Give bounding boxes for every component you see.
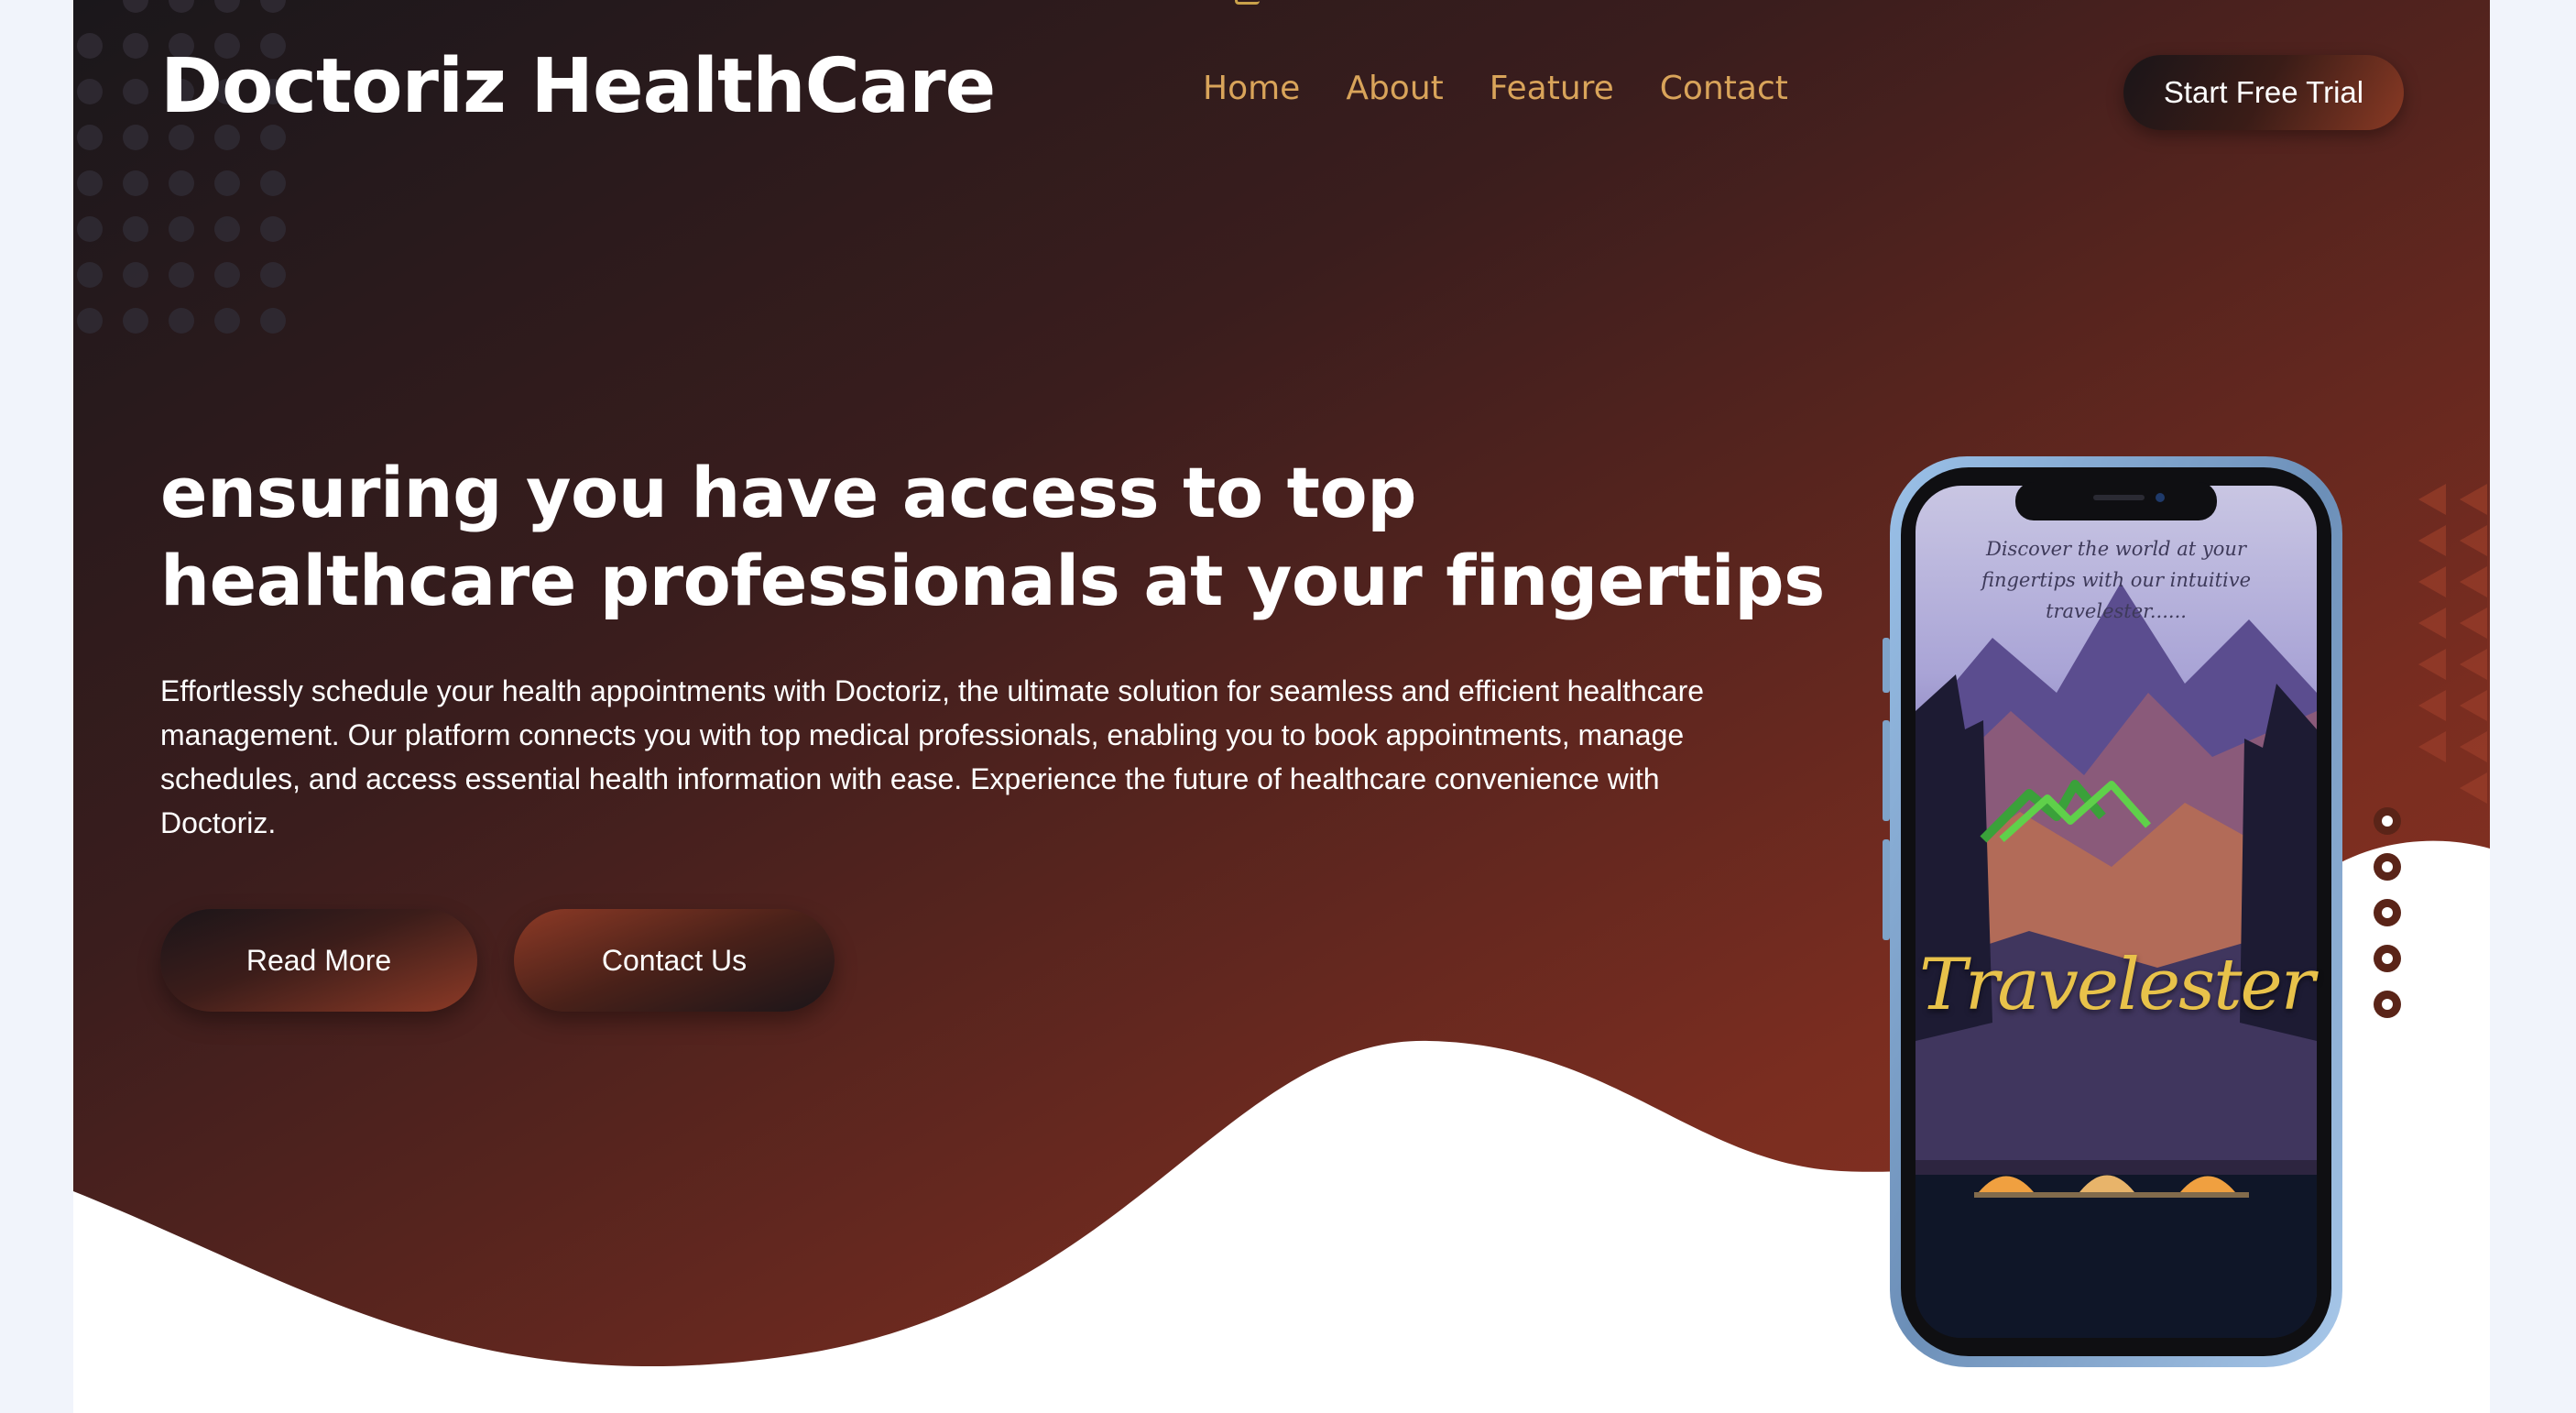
slider-dot-center [2382, 816, 2393, 827]
phone-notch [2015, 482, 2217, 520]
slider-dot-5[interactable] [2374, 991, 2401, 1018]
nav-link-feature[interactable]: Feature [1490, 70, 1614, 107]
slider-dot-2[interactable] [2374, 853, 2401, 881]
nav-link-about[interactable]: About [1346, 70, 1443, 107]
start-free-trial-button[interactable]: Start Free Trial [2123, 55, 2404, 130]
phone-side-button [1883, 720, 1890, 821]
slider-dot-center [2382, 953, 2393, 964]
slider-dot-center [2382, 999, 2393, 1010]
brand-logo[interactable]: Doctoriz HealthCare [160, 47, 996, 126]
nav-link-home[interactable]: Home [1203, 70, 1300, 107]
slider-dot-1[interactable] [2374, 807, 2401, 835]
slider-dot-3[interactable] [2374, 899, 2401, 926]
nav-top-accent [1235, 0, 1260, 5]
hero-description: Effortlessly schedule your health appoin… [160, 674, 1705, 839]
hero-section: Doctoriz HealthCare Home About Feature C… [73, 0, 2490, 1413]
phone-side-button [1883, 839, 1890, 940]
nav-link-contact[interactable]: Contact [1660, 70, 1788, 107]
main-nav: Home About Feature Contact [1203, 70, 1788, 107]
slider-dots [2374, 807, 2403, 1020]
phone-app-tagline: Discover the world at your fingertips wi… [1981, 538, 2252, 622]
phone-side-button [1883, 638, 1890, 693]
slider-dot-4[interactable] [2374, 945, 2401, 972]
slider-dot-center [2382, 907, 2393, 918]
read-more-button[interactable]: Read More [160, 909, 477, 1012]
slider-dot-center [2382, 861, 2393, 872]
phone-app-title: Travelester [1919, 944, 2315, 1026]
hero-headline: ensuring you have access to top healthca… [160, 452, 1825, 621]
contact-us-button[interactable]: Contact Us [514, 909, 835, 1012]
